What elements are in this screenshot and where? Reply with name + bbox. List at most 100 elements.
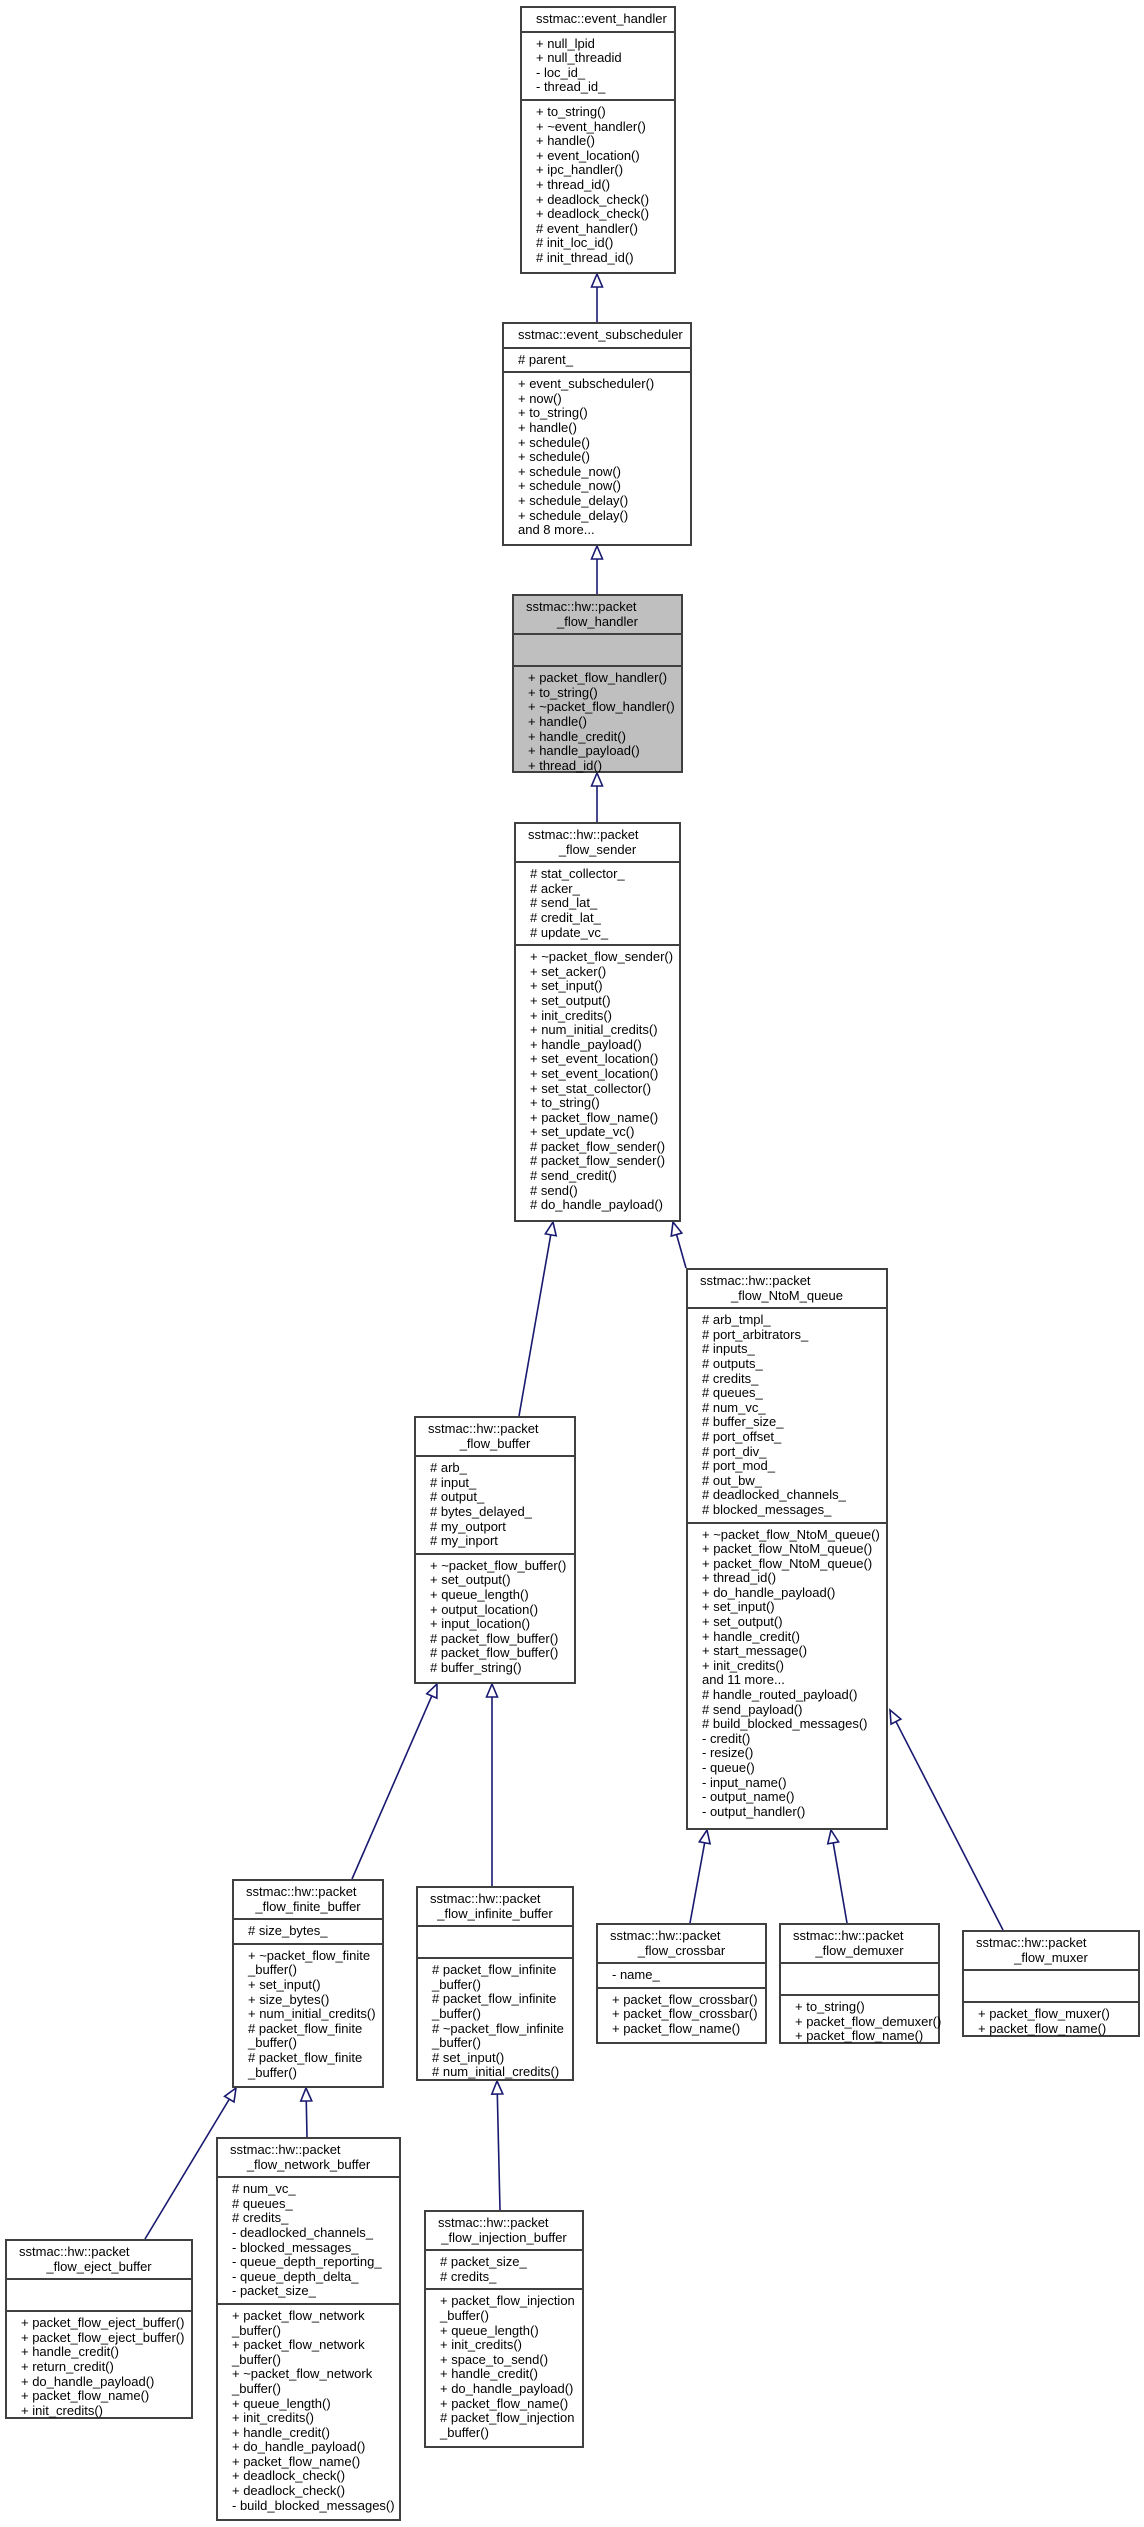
class-title-line: _flow_crossbar <box>637 1942 726 1958</box>
method: # num_initial_credits() <box>432 2064 560 2080</box>
edge-line <box>518 1234 552 1417</box>
attribute: # queues_ <box>232 2195 293 2211</box>
method: _buffer() <box>440 2424 489 2440</box>
class-title-line: _flow_eject_buffer <box>46 2258 152 2274</box>
class-attributes: - name_ <box>598 1962 765 1987</box>
class-attributes: # arb_ # input_ # output_ # bytes_delayed_ #… <box>416 1455 574 1553</box>
class-title: sstmac::event_handler <box>522 8 674 31</box>
method: _buffer() <box>248 1962 297 1978</box>
class-attributes: # size_bytes_ <box>234 1918 382 1943</box>
method: + ~packet_flow_handler() <box>528 699 675 715</box>
class-box-event-subscheduler[interactable]: sstmac::event_subscheduler # parent_ + eve… <box>502 322 692 546</box>
attribute: # credit_lat_ <box>530 909 601 925</box>
class-title-line: _flow_buffer <box>459 1435 531 1451</box>
method: + to_string() <box>518 405 588 421</box>
method: + ~packet_flow_NtoM_queue() <box>702 1526 880 1542</box>
class-attributes <box>514 633 681 665</box>
class-methods: + ~packet_flow_sender() + set_acker() + se… <box>516 944 679 1220</box>
class-box-packet-flow-buffer[interactable]: sstmac::hw::packet _flow_buffer# arb_ # in… <box>414 1416 576 1684</box>
class-title: sstmac::hw::packet _flow_handler <box>514 596 681 633</box>
edge-line <box>832 1842 848 1924</box>
attribute: # port_arbitrators_ <box>702 1326 809 1342</box>
inheritance-edge <box>299 2085 313 2138</box>
class-attributes <box>7 2278 191 2310</box>
method: + set_update_vc() <box>530 1124 635 1140</box>
method: + schedule() <box>518 434 590 450</box>
method: _buffer() <box>248 2064 297 2080</box>
class-box-packet-flow-demuxer[interactable]: sstmac::hw::packet _flow_demuxer + to_stri… <box>779 1923 941 2044</box>
class-box-packet-flow-crossbar[interactable]: sstmac::hw::packet _flow_crossbar - name_ +… <box>596 1923 767 2044</box>
method: # set_input() <box>432 2049 505 2065</box>
method: + event_location() <box>536 147 640 163</box>
attribute: - queue_depth_delta_ <box>232 2268 359 2284</box>
method: - output_name() <box>702 1789 795 1805</box>
class-box-packet-flow-ntom-queue[interactable]: sstmac::hw::packet _flow_NtoM_queue # arb_… <box>686 1268 888 1830</box>
attribute: - deadlocked_channels_ <box>232 2224 373 2240</box>
attribute: # inputs_ <box>702 1341 755 1357</box>
method: # packet_flow_sender() <box>530 1153 666 1169</box>
attribute: # size_bytes_ <box>248 1923 328 1939</box>
method: _buffer() <box>432 2005 481 2021</box>
class-box-packet-flow-eject-buffer[interactable]: sstmac::hw::packet _flow_eject_buffer + pa… <box>5 2239 193 2419</box>
class-box-packet-flow-finite-buffer[interactable]: sstmac::hw::packet _flow_finite_buffer # s… <box>232 1879 384 2088</box>
class-title: sstmac::hw::packet _flow_sender <box>516 824 679 861</box>
class-title-line: sstmac::event_handler <box>536 11 667 26</box>
method: + packet_flow_network <box>232 2307 365 2323</box>
inheritance-edge <box>590 543 604 594</box>
attribute: # arb_tmpl_ <box>702 1312 771 1328</box>
class-box-packet-flow-infinite-buffer[interactable]: sstmac::hw::packet _flow_infinite_buffer #… <box>416 1886 574 2081</box>
method: + thread_id() <box>702 1570 777 1586</box>
attribute: - blocked_messages_ <box>232 2239 359 2255</box>
class-methods: + packet_flow_crossbar() + packet_flow_cr… <box>598 1986 765 2042</box>
class-title-line: sstmac::hw::packet <box>976 1935 1087 1950</box>
class-box-packet-flow-handler[interactable]: sstmac::hw::packet _flow_handler + packet_… <box>512 594 683 773</box>
class-box-packet-flow-muxer[interactable]: sstmac::hw::packet _flow_muxer + packet_fl… <box>962 1930 1140 2037</box>
method: + set_input() <box>530 978 603 994</box>
class-methods: # packet_flow_infinite _buffer() # packet_… <box>418 1957 572 2084</box>
class-box-event-handler[interactable]: sstmac::event_handler + null_lpid + null_t… <box>520 6 676 274</box>
method: + set_acker() <box>530 963 607 979</box>
method: + input_location() <box>430 1616 531 1632</box>
method: + handle() <box>528 713 587 729</box>
method: # send() <box>530 1182 578 1198</box>
class-title-line: sstmac::hw::packet <box>438 2215 549 2230</box>
class-box-packet-flow-injection-buffer[interactable]: sstmac::hw::packet _flow_injection_buffer… <box>424 2210 584 2448</box>
attribute: - loc_id_ <box>536 64 586 80</box>
inheritance-edge <box>590 271 604 322</box>
hollow-arrow-icon <box>826 1827 840 1845</box>
class-title-line: sstmac::hw::packet <box>430 1891 541 1906</box>
method: + packet_flow_crossbar() <box>612 1991 758 2007</box>
class-title-line: sstmac::hw::packet <box>528 827 639 842</box>
method: + thread_id() <box>536 176 611 192</box>
class-title-line: sstmac::hw::packet <box>230 2142 341 2157</box>
method: + handle_credit() <box>232 2424 330 2440</box>
method: + packet_flow_crossbar() <box>612 2006 758 2022</box>
method: + set_event_location() <box>530 1051 659 1067</box>
method: and 8 more... <box>518 522 595 538</box>
class-attributes: # arb_tmpl_ # port_arbitrators_ # inputs_ #… <box>688 1307 886 1521</box>
method: + schedule() <box>518 449 590 465</box>
method: # build_blocked_messages() <box>702 1716 868 1732</box>
method: + thread_id() <box>528 757 603 773</box>
method: + handle_credit() <box>702 1628 800 1644</box>
attribute: # send_lat_ <box>530 895 598 911</box>
class-attributes <box>781 1962 938 1994</box>
attribute: # stat_collector_ <box>530 866 625 882</box>
class-title-line: sstmac::hw::packet <box>428 1421 539 1436</box>
method: + deadlock_check() <box>536 191 650 207</box>
method: + to_string() <box>528 684 598 700</box>
method: + space_to_send() <box>440 2351 549 2367</box>
attribute: # port_mod_ <box>702 1458 775 1474</box>
method: # packet_flow_infinite <box>432 1991 557 2007</box>
method: + do_handle_payload() <box>21 2373 155 2389</box>
class-title-line: _flow_sender <box>558 841 637 857</box>
class-box-packet-flow-network-buffer[interactable]: sstmac::hw::packet _flow_network_buffer # … <box>216 2137 401 2521</box>
method: + deadlock_check() <box>536 206 650 222</box>
class-box-packet-flow-sender[interactable]: sstmac::hw::packet _flow_sender# stat_col… <box>514 822 681 1222</box>
attribute: # credits_ <box>440 2268 497 2284</box>
class-methods: + to_string() + packet_flow_demuxer() + pa… <box>781 1994 941 2048</box>
edge-line <box>351 1695 433 1880</box>
hollow-arrow-icon <box>425 1682 438 1700</box>
method: # ~packet_flow_infinite <box>432 2020 564 2036</box>
method: + ipc_handler() <box>536 162 624 178</box>
